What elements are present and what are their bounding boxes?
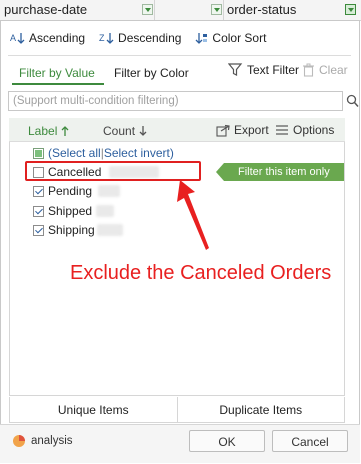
highlight-box bbox=[25, 161, 201, 181]
options-label: Options bbox=[293, 123, 335, 137]
analysis-label: analysis bbox=[31, 435, 73, 447]
text-filter-button[interactable]: Text Filter bbox=[228, 63, 299, 77]
funnel-icon bbox=[228, 63, 243, 76]
filter-search-input[interactable]: (Support multi-condition filtering) bbox=[8, 91, 343, 111]
sort-toolbar: A Ascending Z Descending Color Sort bbox=[10, 26, 280, 50]
item-checkbox[interactable] bbox=[33, 205, 44, 217]
ok-button[interactable]: OK bbox=[189, 430, 265, 452]
search-placeholder: (Support multi-condition filtering) bbox=[13, 95, 179, 107]
purchase-date-dropdown-icon[interactable] bbox=[142, 4, 153, 15]
unique-items-button[interactable]: Unique Items bbox=[10, 397, 177, 422]
select-all-checkbox[interactable] bbox=[33, 147, 44, 159]
svg-text:Z: Z bbox=[99, 33, 105, 43]
clear-label: Clear bbox=[319, 63, 348, 77]
trash-icon bbox=[303, 63, 314, 77]
redacted-count bbox=[96, 205, 115, 217]
export-label: Export bbox=[234, 123, 269, 137]
divider bbox=[8, 55, 351, 56]
sort-by-count-button[interactable]: Count bbox=[103, 124, 148, 138]
color-sort-label: Color Sort bbox=[212, 31, 267, 45]
header-purchase-date[interactable]: purchase-date bbox=[0, 0, 138, 20]
item-label: Shipped bbox=[48, 204, 93, 218]
label-column-title: Label bbox=[28, 124, 58, 138]
column-divider bbox=[154, 0, 155, 20]
filter-this-item-only-button[interactable]: Filter this item only bbox=[216, 163, 344, 181]
list-item[interactable]: Pending bbox=[33, 183, 121, 199]
color-sort-icon bbox=[195, 33, 208, 44]
list-item[interactable]: Shipping bbox=[33, 222, 123, 238]
clear-button[interactable]: Clear bbox=[302, 63, 348, 77]
redacted-count bbox=[98, 185, 121, 197]
text-filter-label: Text Filter bbox=[247, 63, 300, 77]
select-all-row: (Select all | Select invert) bbox=[33, 145, 174, 161]
svg-text:A: A bbox=[10, 33, 16, 43]
arrow-down-icon bbox=[139, 126, 147, 136]
order-status-dropdown-icon[interactable] bbox=[345, 4, 356, 15]
sort-ascending-icon: A bbox=[10, 33, 25, 44]
list-item[interactable]: Shipped bbox=[33, 203, 115, 219]
sort-by-label-button[interactable]: Label bbox=[28, 124, 70, 138]
item-label: Pending bbox=[48, 184, 93, 198]
menu-icon bbox=[276, 125, 288, 135]
analysis-button[interactable]: analysis bbox=[12, 434, 73, 448]
descending-label: Descending bbox=[118, 31, 182, 45]
active-tab-underline bbox=[12, 83, 104, 85]
color-sort-button[interactable]: Color Sort bbox=[195, 31, 266, 45]
filter-hint-label: Filter this item only bbox=[238, 166, 330, 178]
select-all-link[interactable]: (Select all bbox=[48, 146, 101, 160]
item-checkbox[interactable] bbox=[33, 224, 44, 236]
duplicate-items-button[interactable]: Duplicate Items bbox=[176, 397, 345, 422]
ascending-label: Ascending bbox=[29, 31, 86, 45]
search-icon[interactable] bbox=[346, 94, 359, 111]
column-header-row: purchase-date order-status bbox=[0, 0, 361, 21]
cancel-button[interactable]: Cancel bbox=[272, 430, 348, 452]
item-label: Shipping bbox=[48, 223, 95, 237]
sort-descending-icon: Z bbox=[99, 33, 114, 44]
select-invert-link[interactable]: Select invert) bbox=[104, 146, 174, 160]
arrow-up-icon bbox=[61, 126, 69, 136]
item-mode-bar: Unique Items Duplicate Items bbox=[9, 397, 345, 423]
export-icon bbox=[216, 124, 230, 137]
options-button[interactable]: Options bbox=[275, 123, 334, 137]
annotation-text: Exclude the Canceled Orders bbox=[70, 262, 332, 284]
export-button[interactable]: Export bbox=[216, 123, 269, 137]
pie-chart-icon bbox=[13, 435, 25, 447]
tab-filter-by-color[interactable]: Filter by Color bbox=[114, 64, 189, 82]
redacted-count bbox=[96, 224, 123, 236]
descending-button[interactable]: Z Descending bbox=[99, 31, 181, 45]
header-order-status[interactable]: order-status bbox=[223, 0, 343, 20]
ascending-button[interactable]: A Ascending bbox=[10, 31, 85, 45]
blank-column-dropdown-icon[interactable] bbox=[211, 4, 222, 15]
item-checkbox[interactable] bbox=[33, 185, 44, 197]
annotation-arrow-icon bbox=[177, 180, 209, 250]
count-column-title: Count bbox=[103, 124, 136, 138]
tab-filter-by-value[interactable]: Filter by Value bbox=[19, 64, 95, 82]
